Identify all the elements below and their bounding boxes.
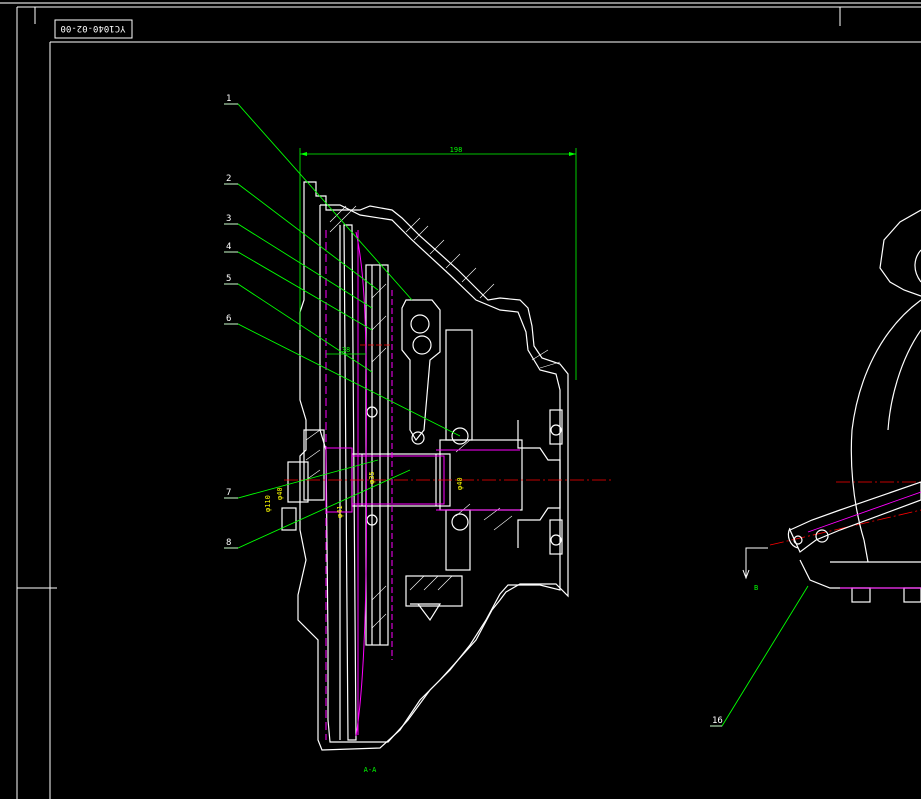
part-label-1: 1 — [226, 94, 231, 104]
dimension-dia-110: φ110 — [264, 495, 272, 512]
title-block: YC1040-02-00 — [54, 19, 133, 39]
part-label-5: 5 — [226, 274, 231, 284]
dimension-dia-40-shaft: φ40 — [456, 477, 464, 490]
part-label-8: 8 — [226, 538, 231, 548]
part-labels: 1 2 3 4 5 6 7 8 16 — [226, 94, 723, 726]
part-label-2: 2 — [226, 174, 231, 184]
dimension-dia-40-pilot: φ40 — [276, 487, 284, 500]
dimension-dia-35: φ35 — [368, 471, 376, 484]
part-label-4: 4 — [226, 242, 231, 252]
part-label-7: 7 — [226, 488, 231, 498]
drawing-border — [0, 2, 921, 799]
section-label: A-A — [364, 766, 377, 774]
part-label-3: 3 — [226, 214, 231, 224]
part-label-16: 16 — [712, 716, 723, 726]
view-arrow-label: B — [754, 584, 758, 592]
leader-lines — [224, 103, 809, 727]
release-fork-view — [787, 209, 921, 603]
part-label-6: 6 — [226, 314, 231, 324]
clutch-housing — [281, 181, 569, 751]
leader-underlines — [224, 103, 722, 727]
view-arrow-b — [742, 547, 768, 580]
drawing-number: YC1040-02-00 — [60, 23, 125, 33]
cad-drawing-canvas: YC1040-02-00 198 38 φ35 φ40 φ41 φ110 φ40… — [0, 2, 921, 799]
dimension-dia-41: φ41 — [336, 505, 344, 518]
dimension-overall-width: 198 — [450, 146, 463, 154]
